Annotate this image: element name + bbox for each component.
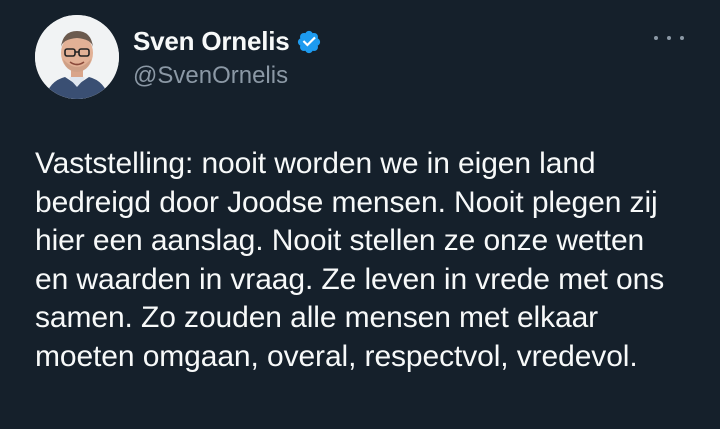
more-horizontal-icon <box>654 36 658 40</box>
verified-badge-icon <box>297 30 320 53</box>
tweet-card: Sven Ornelis @SvenOrnelis Vaststelling: … <box>0 0 720 429</box>
tweet-text: Vaststelling: nooit worden we in eigen l… <box>35 147 665 373</box>
more-horizontal-icon-dot <box>680 36 684 40</box>
author-name-row[interactable]: Sven Ornelis <box>133 26 322 57</box>
more-horizontal-icon-dot <box>667 36 671 40</box>
display-name[interactable]: Sven Ornelis <box>133 26 290 57</box>
profile-photo-icon <box>35 15 119 99</box>
author-handle[interactable]: @SvenOrnelis <box>133 62 288 90</box>
more-options-button[interactable] <box>654 28 684 48</box>
avatar[interactable] <box>35 15 119 99</box>
